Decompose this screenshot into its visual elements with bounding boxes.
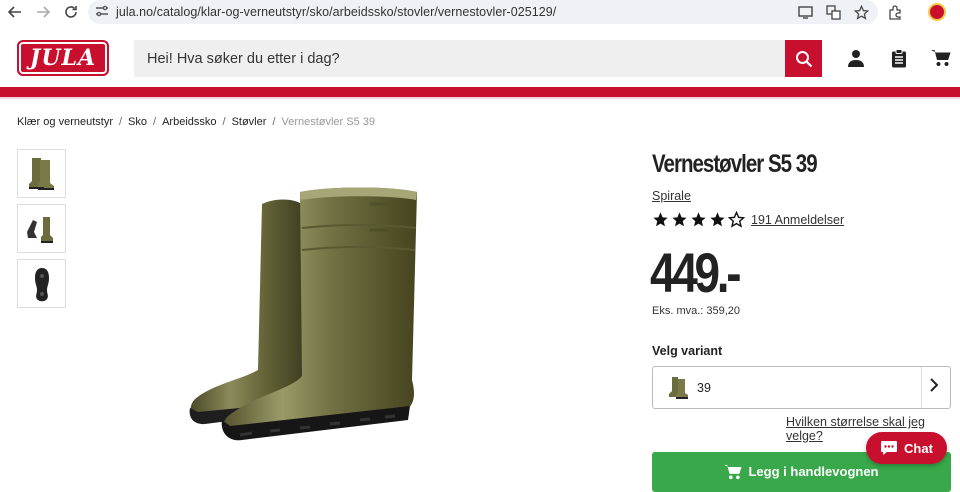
logo-text: JULA	[29, 45, 97, 71]
reload-button[interactable]	[58, 0, 84, 24]
boot-sole-thumbnail-image	[34, 267, 49, 301]
cart-icon	[931, 50, 951, 66]
arrow-left-icon	[8, 6, 21, 18]
product-thumbnail-1[interactable]	[17, 149, 66, 198]
cast-icon[interactable]	[796, 3, 814, 21]
boots-pair-thumbnail-image	[26, 216, 53, 243]
product-price: 449.-	[650, 241, 742, 304]
breadcrumb-item[interactable]: Klær og verneutstyr	[17, 116, 113, 128]
user-icon	[848, 50, 864, 67]
add-to-cart-label: Legg i handlevognen	[748, 464, 879, 479]
variant-boot-thumbnail	[669, 377, 688, 399]
product-main-image[interactable]	[180, 180, 430, 445]
site-header: JULA	[0, 25, 960, 87]
variant-label: Velg variant	[652, 344, 723, 358]
rating-stars	[652, 211, 745, 228]
star-filled-icon	[691, 212, 706, 227]
bookmark-star-icon[interactable]	[852, 3, 870, 21]
price-ex-vat: Eks. mva.: 359,20	[652, 305, 741, 317]
chat-bubble-icon	[881, 441, 898, 455]
product-thumbnail-3[interactable]	[17, 259, 66, 308]
site-settings-icon[interactable]	[88, 5, 116, 20]
product-brand-link[interactable]: Spirale	[652, 189, 691, 203]
breadcrumb-separator: /	[153, 116, 157, 128]
star-filled-icon	[710, 212, 725, 227]
breadcrumb-separator: /	[222, 116, 226, 128]
chevron-right-icon[interactable]	[929, 378, 939, 397]
extensions-icon[interactable]	[886, 3, 904, 21]
breadcrumb-separator: /	[118, 116, 123, 128]
clipboard-icon	[892, 48, 906, 67]
star-filled-icon	[653, 212, 668, 227]
star-filled-icon	[672, 212, 687, 227]
breadcrumb: Klær og verneutstyr / Sko / Arbeidssko /…	[17, 116, 375, 128]
breadcrumb-item[interactable]: Arbeidssko	[162, 116, 216, 128]
cart-button[interactable]	[930, 47, 952, 69]
search-input[interactable]	[134, 50, 774, 67]
search-bar	[134, 40, 822, 77]
rubber-boots-image	[189, 187, 417, 441]
product-title: Vernestøvler S5 39	[652, 150, 818, 178]
account-button[interactable]	[845, 47, 867, 69]
jula-logo[interactable]: JULA	[17, 40, 109, 76]
chat-label: Chat	[904, 440, 933, 456]
variant-selector[interactable]: 39	[652, 366, 951, 409]
profile-avatar[interactable]	[928, 3, 946, 21]
cart-icon	[724, 464, 742, 480]
search-button[interactable]	[785, 40, 822, 77]
breadcrumb-separator: /	[272, 116, 276, 128]
address-bar[interactable]: jula.no/catalog/klar-og-verneutstyr/sko/…	[88, 0, 878, 24]
forward-button[interactable]	[30, 0, 56, 24]
browser-toolbar: jula.no/catalog/klar-og-verneutstyr/sko/…	[0, 0, 960, 25]
arrow-right-icon	[37, 6, 50, 18]
reload-icon	[65, 6, 77, 18]
reviews-link[interactable]: 191 Anmeldelser	[751, 213, 844, 227]
variant-value: 39	[697, 381, 711, 395]
breadcrumb-item[interactable]: Støvler	[232, 116, 267, 128]
boots-thumbnail-image	[28, 157, 54, 190]
search-icon	[795, 50, 812, 67]
chat-button[interactable]: Chat	[866, 432, 947, 464]
back-button[interactable]	[2, 0, 28, 24]
shopping-list-button[interactable]	[888, 47, 910, 69]
header-red-band	[0, 87, 960, 99]
product-thumbnail-2[interactable]	[17, 204, 66, 253]
breadcrumb-current: Vernestøvler S5 39	[281, 116, 376, 128]
translate-icon[interactable]	[824, 3, 842, 21]
variant-divider	[921, 367, 922, 408]
breadcrumb-item[interactable]: Sko	[128, 116, 147, 128]
url-text: jula.no/catalog/klar-og-verneutstyr/sko/…	[116, 5, 557, 19]
star-empty-icon	[728, 211, 745, 228]
